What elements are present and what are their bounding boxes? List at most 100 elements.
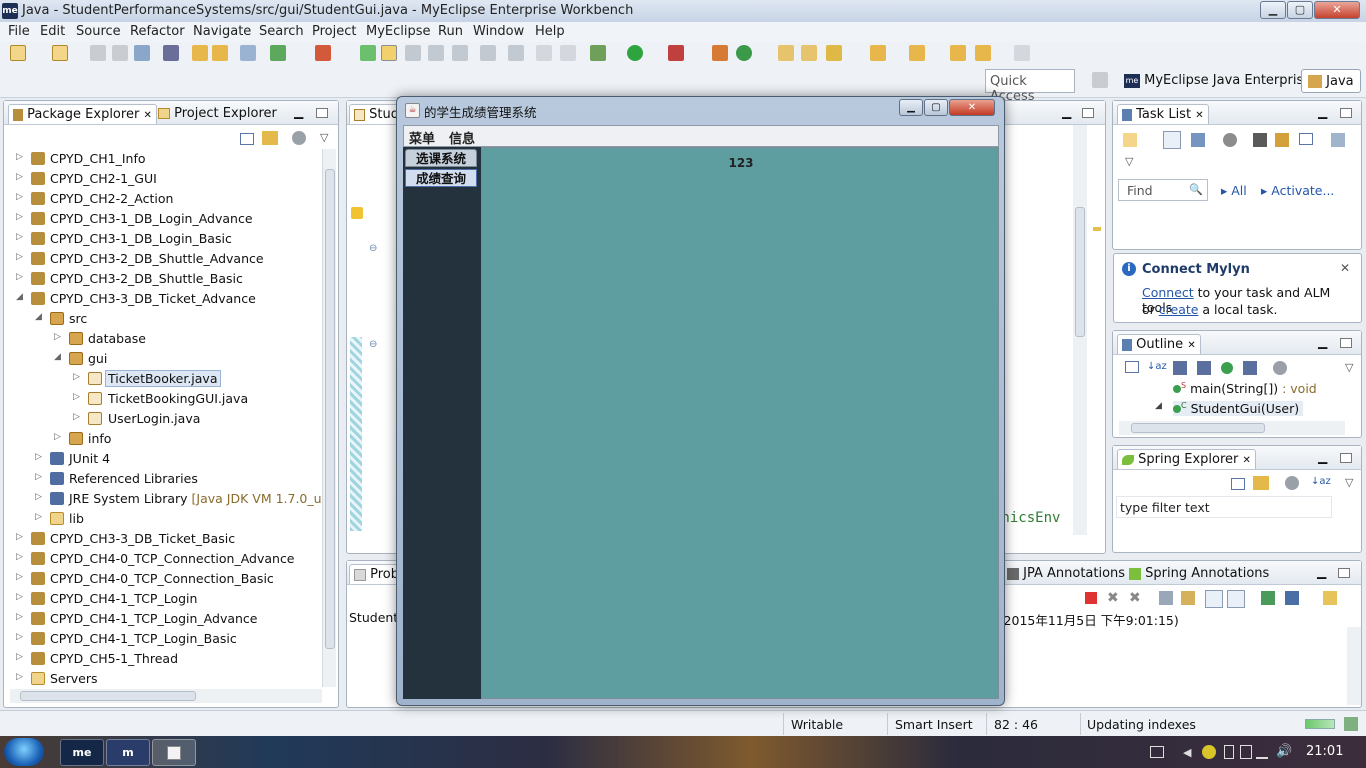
scrollbar-thumb[interactable] <box>325 169 335 649</box>
dialog-menu-item[interactable]: 信息 <box>449 128 475 147</box>
view-dropdown-icon[interactable]: ▽ <box>1125 155 1133 168</box>
dialog-minimize-button[interactable]: ▁ <box>899 99 923 116</box>
minimize-editor-icon[interactable]: ▁ <box>1062 105 1071 119</box>
taskbar-myeclipse[interactable]: me <box>60 739 104 766</box>
open-perspective-icon[interactable] <box>1092 72 1108 88</box>
create-link[interactable]: create <box>1159 302 1199 317</box>
tab-jpa-annotations[interactable]: JPA Annotations <box>1003 564 1129 583</box>
new-java-project-icon[interactable] <box>712 45 728 61</box>
tree-item[interactable]: ▷ CPYD_CH3-2_DB_Shuttle_Advance <box>4 249 322 269</box>
tree-item[interactable]: ▷ JRE System Library [Java JDK VM 1.7.0_u… <box>4 489 322 509</box>
view-menu-icon[interactable] <box>292 131 306 145</box>
run-icon[interactable] <box>627 45 643 61</box>
collapse-all-icon[interactable] <box>1125 361 1139 373</box>
sync-repository-icon[interactable] <box>1331 133 1345 147</box>
show-stderr-icon[interactable] <box>1227 590 1245 608</box>
outline-hscrollbar[interactable] <box>1119 421 1345 435</box>
tray-arrow-icon[interactable]: ◀ <box>1183 746 1191 759</box>
skip-breakpoints-icon[interactable] <box>163 45 179 61</box>
minimize-view-icon[interactable]: ▁ <box>1318 450 1327 464</box>
menu-edit[interactable]: Edit <box>40 24 65 39</box>
tree-item[interactable]: ▷ CPYD_CH3-2_DB_Shuttle_Basic <box>4 269 322 289</box>
block-select-icon[interactable] <box>405 45 421 61</box>
open-console-icon[interactable] <box>1323 591 1337 605</box>
progress-bar[interactable] <box>1305 719 1335 729</box>
menu-myeclipse[interactable]: MyEclipse <box>366 24 431 39</box>
minimize-view-icon[interactable]: ▁ <box>1317 565 1326 579</box>
taskbar-app[interactable]: m <box>106 739 150 766</box>
minimize-button[interactable]: ▁ <box>1260 1 1286 19</box>
tree-item[interactable]: ▷ CPYD_CH2-2_Action <box>4 189 322 209</box>
clear-console-icon[interactable] <box>1159 591 1173 605</box>
remove-all-icon[interactable]: ✖ <box>1129 590 1141 606</box>
dialog-close-button[interactable]: ✕ <box>949 99 995 116</box>
link-editor-icon[interactable] <box>1253 476 1269 490</box>
connect-link[interactable]: Connect <box>1142 285 1194 300</box>
hide-local-types-icon[interactable] <box>1243 361 1257 375</box>
server-icon[interactable] <box>315 45 331 61</box>
tree-item[interactable]: ▷ lib <box>4 509 322 529</box>
run-external-icon[interactable] <box>668 45 684 61</box>
tree-item[interactable]: ▷ CPYD_CH4-1_TCP_Login_Advance <box>4 609 322 629</box>
tree-item[interactable]: ▷ CPYD_CH4-1_TCP_Login_Basic <box>4 629 322 649</box>
pin-console-icon[interactable] <box>1261 591 1275 605</box>
hide-static-icon[interactable] <box>1197 361 1211 375</box>
minimize-view-icon[interactable]: ▁ <box>294 105 303 119</box>
menu-navigate[interactable]: Navigate <box>193 24 251 39</box>
hide-fields-icon[interactable] <box>1173 361 1187 375</box>
prev-annotation-icon[interactable] <box>909 45 925 61</box>
print-icon[interactable] <box>134 45 150 61</box>
filter-input[interactable]: type filter text <box>1116 496 1332 518</box>
start-button[interactable] <box>4 738 44 766</box>
open-type-icon[interactable] <box>801 45 817 61</box>
menu-search[interactable]: Search <box>259 24 304 39</box>
new-package-icon[interactable] <box>736 45 752 61</box>
scheduled-icon[interactable] <box>1191 133 1205 147</box>
link-editor-icon[interactable] <box>262 131 278 145</box>
view-dropdown-icon[interactable]: ▽ <box>1345 361 1353 374</box>
vertical-scrollbar[interactable] <box>322 149 336 687</box>
quick-access-input[interactable]: Quick Access <box>985 69 1075 104</box>
tree-item[interactable]: ▷ UserLogin.java <box>4 409 322 429</box>
new-task-icon[interactable] <box>1123 133 1137 147</box>
tab-spring-explorer[interactable]: Spring Explorer ✕ <box>1117 449 1256 469</box>
power-icon[interactable] <box>1240 745 1252 759</box>
save-icon[interactable] <box>90 45 106 61</box>
tree-item[interactable]: ◢ src <box>4 309 322 329</box>
menu-run[interactable]: Run <box>438 24 463 39</box>
console-scrollbar[interactable] <box>1347 627 1361 705</box>
focus-icon[interactable] <box>1285 476 1299 490</box>
tree-item[interactable]: ▷ JUnit 4 <box>4 449 322 469</box>
dialog-maximize-button[interactable]: ▢ <box>924 99 948 116</box>
fold-icon[interactable]: ⊖ <box>369 243 377 254</box>
maximize-view-icon[interactable] <box>316 108 328 118</box>
open-folder-icon[interactable] <box>778 45 794 61</box>
tree-item[interactable]: ▷ database <box>4 329 322 349</box>
grid-icon[interactable] <box>480 45 496 61</box>
minimize-view-icon[interactable]: ▁ <box>1318 335 1327 349</box>
new-project-icon[interactable] <box>52 45 68 61</box>
remove-launch-icon[interactable]: ✖ <box>1107 590 1119 606</box>
activate-link[interactable]: ▸ Activate... <box>1261 183 1334 198</box>
collapse-all-icon[interactable] <box>240 133 254 145</box>
forward-icon[interactable] <box>1014 45 1030 61</box>
close-mylyn-icon[interactable]: ✕ <box>1340 261 1350 275</box>
pilcrow-icon[interactable] <box>452 45 468 61</box>
deploy-icon[interactable] <box>270 45 286 61</box>
expand-arrow-icon[interactable]: ◢ <box>1155 401 1162 411</box>
menu-help[interactable]: Help <box>535 24 565 39</box>
tab-spring-annotations[interactable]: Spring Annotations <box>1125 564 1273 583</box>
tree-item[interactable]: ▷ CPYD_CH4-1_TCP_Login <box>4 589 322 609</box>
forward-nav-icon[interactable] <box>560 45 576 61</box>
menu-refactor[interactable]: Refactor <box>130 24 185 39</box>
brush-icon[interactable] <box>826 45 842 61</box>
focus-icon[interactable] <box>1223 133 1237 147</box>
view-dropdown-icon[interactable]: ▽ <box>320 131 328 144</box>
outline-scroll-thumb[interactable] <box>1131 423 1265 433</box>
tray-device-icon[interactable] <box>1224 745 1234 759</box>
close-tab-icon[interactable]: ✕ <box>1187 340 1195 351</box>
sort-icon[interactable]: ↓az <box>1147 361 1167 372</box>
tree-item[interactable]: ▷ TicketBooker.java <box>4 369 322 389</box>
sync-icon[interactable] <box>1275 133 1289 147</box>
outline-item[interactable]: S main(String[]) : void <box>1173 381 1317 396</box>
